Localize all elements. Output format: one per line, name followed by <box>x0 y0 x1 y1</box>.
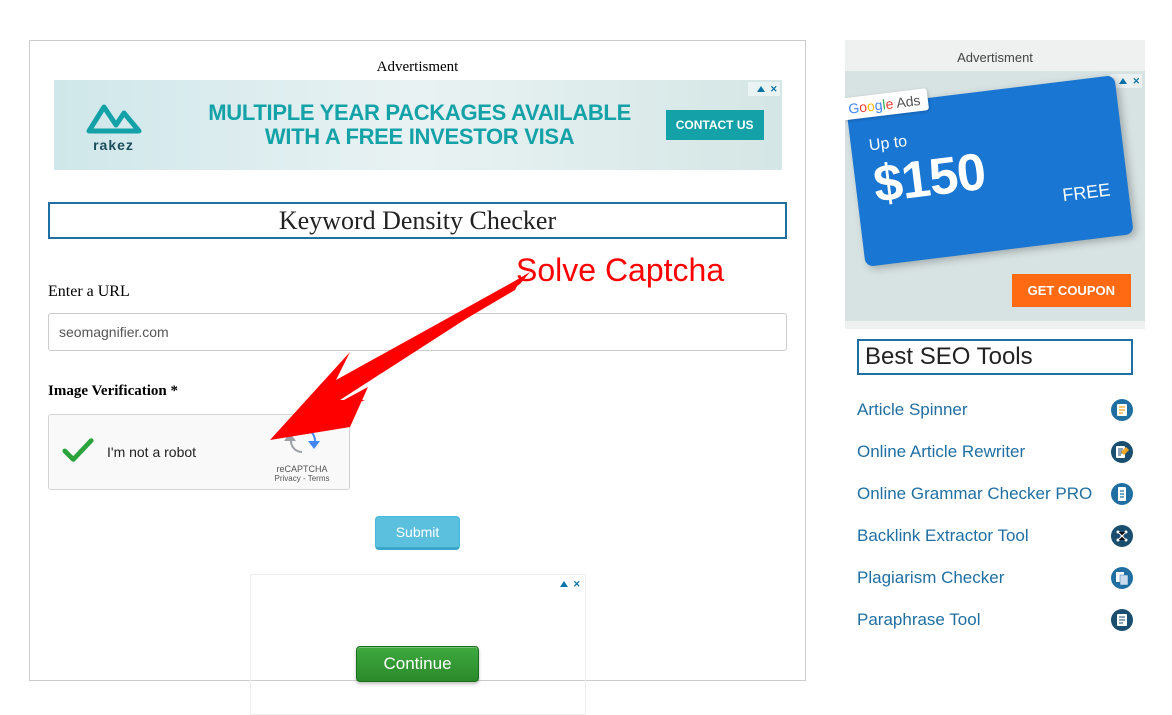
submit-button[interactable]: Submit <box>375 516 461 550</box>
seo-tools-panel: Best SEO Tools Article Spinner Online Ar… <box>845 329 1145 641</box>
image-verification-label: Image Verification * <box>48 383 787 400</box>
tool-article-rewriter[interactable]: Online Article Rewriter <box>857 431 1133 473</box>
recaptcha-branding: reCAPTCHA Privacy - Terms <box>267 425 337 483</box>
close-icon: ✕ <box>573 579 581 590</box>
recaptcha-privacy-link[interactable]: Privacy <box>275 474 301 483</box>
grammar-icon <box>1111 483 1133 505</box>
advertisement-label: Advertisment <box>48 59 787 76</box>
tool-grammar-checker[interactable]: Online Grammar Checker PRO <box>857 473 1133 515</box>
plagiarism-icon <box>1111 567 1133 589</box>
tool-paraphrase[interactable]: Paraphrase Tool <box>857 599 1133 641</box>
close-icon: ✕ <box>1132 76 1140 87</box>
tools-title-box: Best SEO Tools <box>857 339 1133 375</box>
rewriter-icon <box>1111 441 1133 463</box>
ad-close-button[interactable]: ✕ <box>748 82 780 96</box>
tool-label: Paraphrase Tool <box>857 610 981 630</box>
ad-info-icon <box>757 86 765 92</box>
recaptcha-icon <box>284 425 320 457</box>
tool-plagiarism-checker[interactable]: Plagiarism Checker <box>857 557 1133 599</box>
top-banner-ad[interactable]: ✕ rakez MULTIPLE YEAR PACKAGES AVAILABLE… <box>54 80 782 170</box>
annotation-text: Solve Captcha <box>516 252 724 289</box>
google-ads-badge: Google Ads <box>845 88 930 121</box>
ad-close-button[interactable]: ✕ <box>551 577 583 591</box>
url-input[interactable] <box>48 313 787 351</box>
tool-label: Online Grammar Checker PRO <box>857 484 1092 504</box>
page-title: Keyword Density Checker <box>279 206 556 236</box>
banner-brand-text: rakez <box>93 137 134 153</box>
ad-info-icon <box>1119 78 1127 84</box>
banner-headline: MULTIPLE YEAR PACKAGES AVAILABLEWITH A F… <box>174 101 666 149</box>
paraphrase-icon <box>1111 609 1133 631</box>
tool-label: Backlink Extractor Tool <box>857 526 1029 546</box>
page-title-box: Keyword Density Checker <box>48 202 787 239</box>
spinner-icon <box>1111 399 1133 421</box>
get-coupon-button[interactable]: GET COUPON <box>1012 274 1131 307</box>
bottom-ad[interactable]: ✕ Continue <box>250 574 586 715</box>
recaptcha-terms-link[interactable]: Terms <box>308 474 330 483</box>
google-ads-card: Google Ads Up to $150 FREE <box>846 75 1133 267</box>
rakez-logo-icon <box>84 97 144 135</box>
main-content-panel: Advertisment ✕ rakez MULTIPLE YEAR PACKA… <box>29 40 806 681</box>
recaptcha-brand-text: reCAPTCHA <box>267 464 337 474</box>
recaptcha-text: I'm not a robot <box>107 444 196 460</box>
close-icon: ✕ <box>770 84 778 95</box>
sidebar-advertisement-label: Advertisment <box>845 40 1145 71</box>
tool-label: Plagiarism Checker <box>857 568 1004 588</box>
recaptcha-widget[interactable]: I'm not a robot reCAPTCHA Privacy - Term… <box>48 414 350 490</box>
backlink-icon <box>1111 525 1133 547</box>
banner-logo: rakez <box>54 97 174 153</box>
tools-title: Best SEO Tools <box>865 343 1033 370</box>
ad-info-icon <box>560 581 568 587</box>
tool-article-spinner[interactable]: Article Spinner <box>857 389 1133 431</box>
tool-label: Online Article Rewriter <box>857 442 1025 462</box>
continue-button[interactable]: Continue <box>356 646 478 682</box>
sidebar-ad[interactable]: ✕ Google Ads Up to $150 FREE GET COUPON <box>845 71 1145 321</box>
tool-backlink-extractor[interactable]: Backlink Extractor Tool <box>857 515 1133 557</box>
sidebar: Advertisment ✕ Google Ads Up to $150 FRE… <box>845 40 1145 641</box>
contact-us-button[interactable]: CONTACT US <box>666 110 764 140</box>
free-text: FREE <box>1061 180 1111 207</box>
tool-label: Article Spinner <box>857 400 968 420</box>
checkmark-icon <box>61 435 95 470</box>
